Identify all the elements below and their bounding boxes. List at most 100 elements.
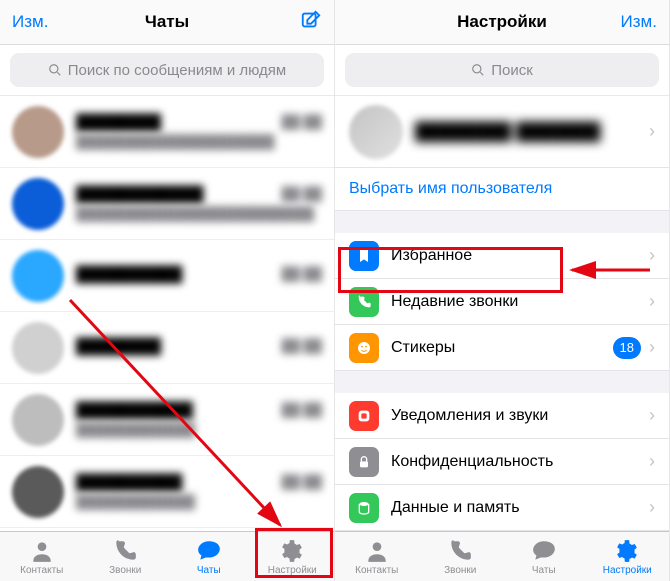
nav-title: Настройки <box>457 12 547 32</box>
chevron-right-icon: › <box>649 405 655 426</box>
chat-message: ████████████ <box>76 422 322 438</box>
chat-time: ██:██ <box>282 474 322 491</box>
setting-label: Недавние звонки <box>391 293 649 311</box>
choose-username[interactable]: Выбрать имя пользователя <box>335 168 669 211</box>
compose-icon[interactable] <box>300 9 322 36</box>
search-wrap: Поиск по сообщениям и людям <box>0 45 334 96</box>
avatar <box>12 466 64 518</box>
tab-chats[interactable]: Чаты <box>167 532 251 581</box>
settings-icon <box>279 538 305 564</box>
chat-time: ██:██ <box>282 402 322 419</box>
setting-data[interactable]: Данные и память › <box>335 485 669 531</box>
chat-name: ████████ <box>76 338 161 355</box>
settings-screen: Настройки Изм. Поиск ████████ ███████ › … <box>335 0 670 581</box>
chat-row[interactable]: ██████████ ██:██ ████████████ <box>0 456 334 528</box>
chevron-right-icon: › <box>649 245 655 266</box>
data-icon <box>349 493 379 523</box>
tab-label: Чаты <box>532 565 556 576</box>
edit-button[interactable]: Изм. <box>12 12 48 32</box>
avatar <box>349 105 403 159</box>
settings-list: ████████ ███████ › Выбрать имя пользоват… <box>335 96 669 531</box>
chats-icon <box>196 538 222 564</box>
nav-header: Настройки Изм. <box>335 0 669 45</box>
profile-name: ████████ ███████ <box>415 122 649 142</box>
chat-row[interactable]: ████████ ██:██ <box>0 312 334 384</box>
tab-label: Контакты <box>355 565 398 576</box>
setting-label: Избранное <box>391 247 649 265</box>
chat-row[interactable]: ████████████ ██:██ ███████████████████████… <box>0 168 334 240</box>
chat-name: ██████████ <box>76 266 182 283</box>
avatar <box>12 250 64 302</box>
bookmark-icon <box>349 241 379 271</box>
search-icon <box>471 63 485 77</box>
chat-name: ████████████ <box>76 186 204 203</box>
tab-label: Чаты <box>197 565 221 576</box>
tab-label: Настройки <box>603 565 652 576</box>
chat-time: ██:██ <box>282 186 322 203</box>
chat-name: ████████ <box>76 114 161 131</box>
lock-icon <box>349 447 379 477</box>
sticker-icon <box>349 333 379 363</box>
search-input[interactable]: Поиск по сообщениям и людям <box>10 53 324 87</box>
avatar <box>12 178 64 230</box>
search-wrap: Поиск <box>335 45 669 96</box>
settings-icon <box>614 538 640 564</box>
badge: 18 <box>613 337 641 359</box>
chat-row[interactable]: ████████████:██ <box>0 240 334 312</box>
setting-label: Данные и память <box>391 499 649 517</box>
chat-row[interactable]: ████████ ██:██ ████████████████████ <box>0 96 334 168</box>
avatar <box>12 322 64 374</box>
notifications-icon <box>349 401 379 431</box>
edit-button[interactable]: Изм. <box>621 12 657 32</box>
nav-title: Чаты <box>145 12 189 32</box>
setting-favorites[interactable]: Избранное › <box>335 233 669 279</box>
chevron-right-icon: › <box>649 121 655 142</box>
contacts-icon <box>364 538 390 564</box>
tab-bar: Контакты Звонки Чаты Настройки <box>335 531 669 581</box>
tab-settings[interactable]: Настройки <box>251 532 335 581</box>
chat-message: ████████████████████ <box>76 134 322 150</box>
tab-label: Настройки <box>268 565 317 576</box>
setting-notifications[interactable]: Уведомления и звуки › <box>335 393 669 439</box>
chevron-right-icon: › <box>649 451 655 472</box>
search-icon <box>48 63 62 77</box>
chat-name: ██████████ <box>76 474 182 491</box>
tab-calls[interactable]: Звонки <box>419 532 503 581</box>
avatar <box>12 394 64 446</box>
tab-label: Звонки <box>109 565 141 576</box>
phone-icon <box>349 287 379 317</box>
tab-contacts[interactable]: Контакты <box>0 532 84 581</box>
chat-name: ███████████ <box>76 402 193 419</box>
avatar <box>12 106 64 158</box>
chats-screen: Изм. Чаты Поиск по сообщениям и людям ██… <box>0 0 335 581</box>
chat-message: ████████████ <box>76 494 322 510</box>
search-placeholder: Поиск по сообщениям и людям <box>68 62 287 79</box>
tab-bar: Контакты Звонки Чаты Настройки <box>0 531 334 581</box>
setting-label: Стикеры <box>391 339 613 357</box>
setting-privacy[interactable]: Конфиденциальность › <box>335 439 669 485</box>
setting-label: Конфиденциальность <box>391 453 649 471</box>
profile-row[interactable]: ████████ ███████ › <box>335 96 669 168</box>
chats-icon <box>531 538 557 564</box>
tab-label: Контакты <box>20 565 63 576</box>
setting-label: Уведомления и звуки <box>391 407 649 425</box>
tab-contacts[interactable]: Контакты <box>335 532 419 581</box>
nav-header: Изм. Чаты <box>0 0 334 45</box>
chat-row[interactable]: ███████████ ██:██ ████████████ <box>0 384 334 456</box>
tab-calls[interactable]: Звонки <box>84 532 168 581</box>
chevron-right-icon: › <box>649 291 655 312</box>
search-input[interactable]: Поиск <box>345 53 659 87</box>
chat-message: ████████████████████████ <box>76 206 322 222</box>
tab-settings[interactable]: Настройки <box>586 532 670 581</box>
search-placeholder: Поиск <box>491 62 533 79</box>
calls-icon <box>112 538 138 564</box>
setting-recent-calls[interactable]: Недавние звонки › <box>335 279 669 325</box>
tab-label: Звонки <box>444 565 476 576</box>
setting-stickers[interactable]: Стикеры 18 › <box>335 325 669 371</box>
tab-chats[interactable]: Чаты <box>502 532 586 581</box>
chat-time: ██:██ <box>282 114 322 131</box>
chat-list: ██████████:█████████████████████████████… <box>0 96 334 531</box>
contacts-icon <box>29 538 55 564</box>
chat-time: ██:██ <box>282 338 322 355</box>
calls-icon <box>447 538 473 564</box>
